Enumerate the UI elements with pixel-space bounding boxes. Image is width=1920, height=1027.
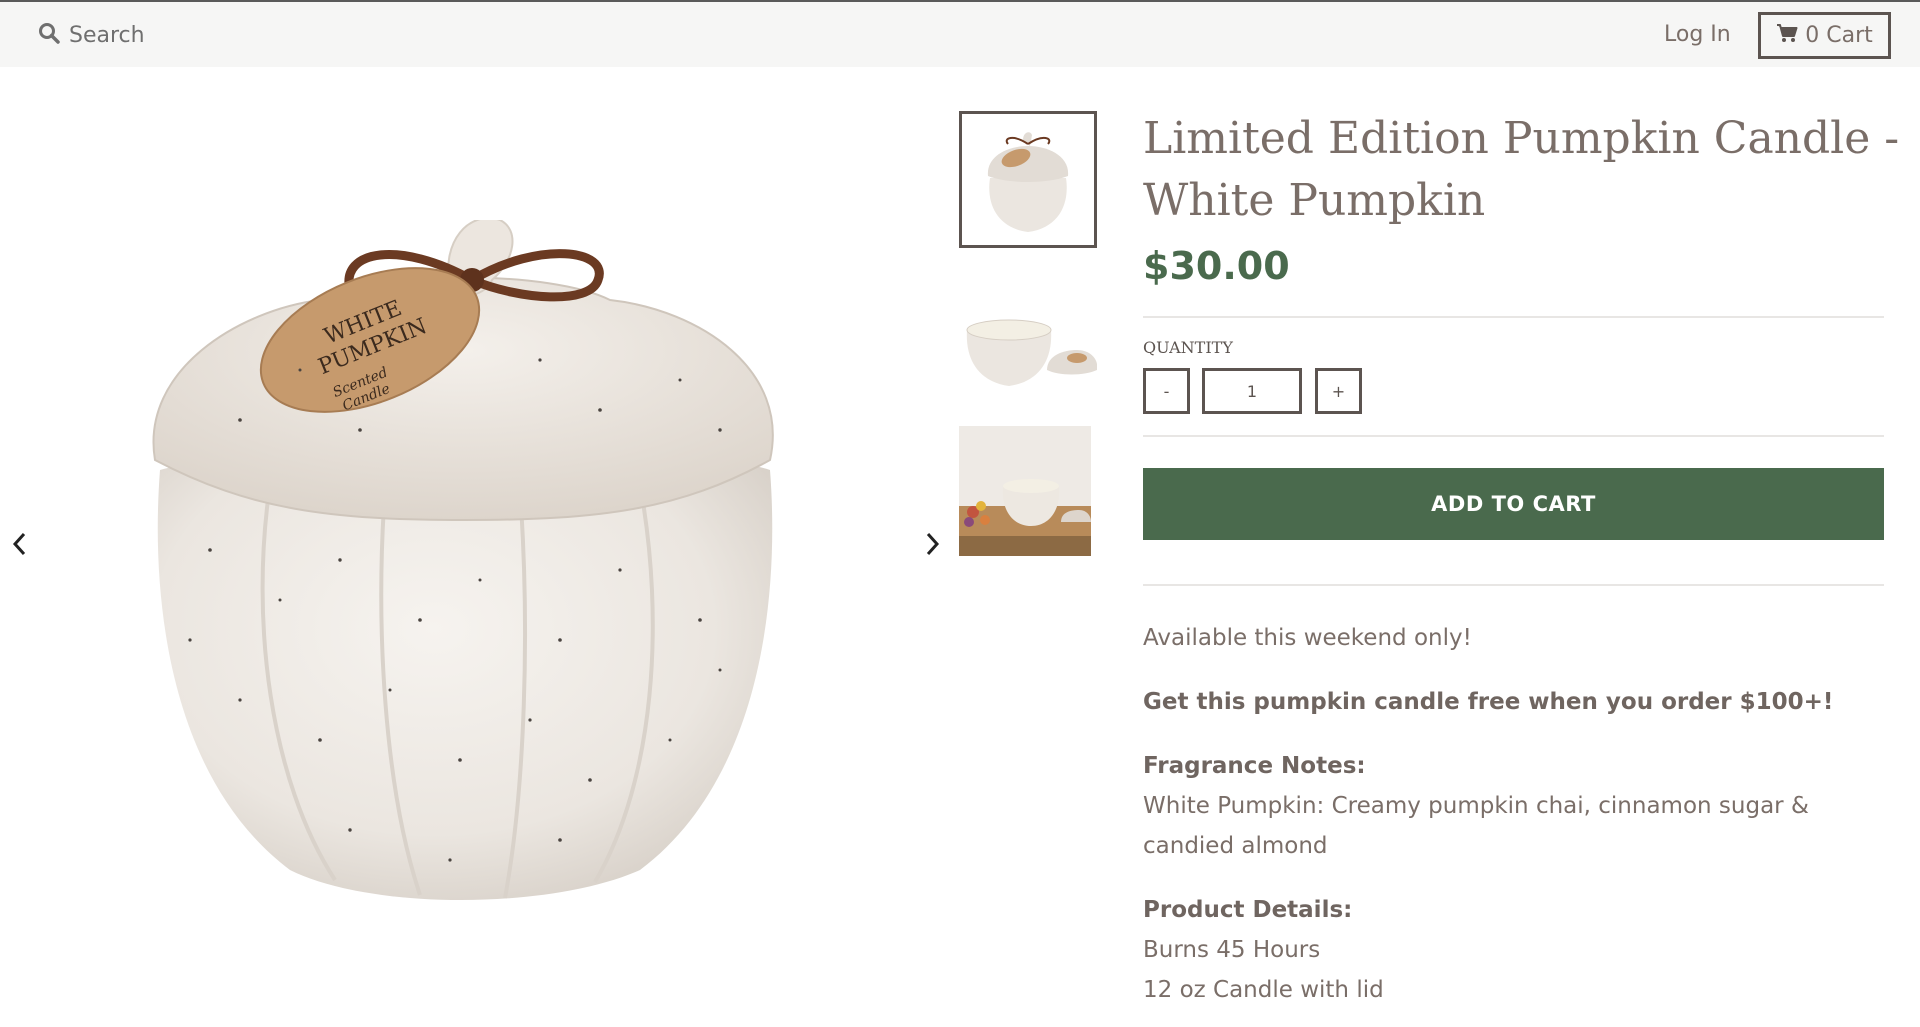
thumbnail-1[interactable] — [959, 111, 1097, 248]
thumbnail-1-image — [987, 132, 1069, 232]
search-label: Search — [69, 22, 145, 48]
cart-icon — [1776, 23, 1798, 49]
fragrance-heading-text: Fragrance Notes: — [1143, 753, 1366, 779]
fragrance-notes: White Pumpkin: Creamy pumpkin chai, cinn… — [1143, 793, 1809, 859]
product-title: Limited Edition Pumpkin Candle - White P… — [1143, 113, 1900, 226]
promo-text-bold: Get this pumpkin candle free when you or… — [1143, 689, 1834, 715]
cart-label: 0 Cart — [1805, 23, 1873, 48]
top-bar: Search Log In 0 Cart — [0, 0, 1920, 67]
thumbnail-2[interactable] — [959, 300, 1098, 400]
add-to-cart-button[interactable]: ADD TO CART — [1143, 468, 1884, 540]
quantity-increase-button[interactable]: + — [1315, 368, 1362, 414]
quantity-decrease-button[interactable]: - — [1143, 368, 1190, 414]
thumbnail-3[interactable] — [959, 426, 1097, 556]
product-price: $30.00 — [1143, 244, 1290, 288]
next-image-button[interactable] — [918, 532, 946, 560]
quantity-label: QUANTITY — [1143, 338, 1233, 357]
cart-button[interactable]: 0 Cart — [1758, 12, 1891, 59]
search-button[interactable]: Search — [38, 19, 145, 51]
chevron-right-icon — [923, 531, 941, 561]
detail-item: 12 oz Candle with lid — [1143, 977, 1384, 1003]
fragrance-heading: Fragrance Notes: — [1143, 746, 1883, 786]
promo-text: Get this pumpkin candle free when you or… — [1143, 682, 1883, 722]
thumbnail-3-image — [959, 426, 1091, 556]
main-product-image: WHITE PUMPKIN Scented Candle — [120, 217, 810, 920]
chevron-left-icon — [11, 531, 29, 561]
search-icon — [38, 22, 60, 48]
previous-image-button[interactable] — [6, 532, 34, 560]
details-heading-text: Product Details: — [1143, 897, 1353, 923]
availability-text: Available this weekend only! — [1143, 625, 1472, 651]
thumbnail-2-image — [966, 319, 1098, 386]
divider — [1143, 584, 1884, 586]
divider — [1143, 316, 1884, 318]
login-link[interactable]: Log In — [1664, 22, 1731, 47]
details-heading: Product Details: — [1143, 890, 1883, 930]
quantity-input[interactable] — [1202, 368, 1302, 414]
divider — [1143, 435, 1884, 437]
detail-item: Burns 45 Hours — [1143, 937, 1321, 963]
